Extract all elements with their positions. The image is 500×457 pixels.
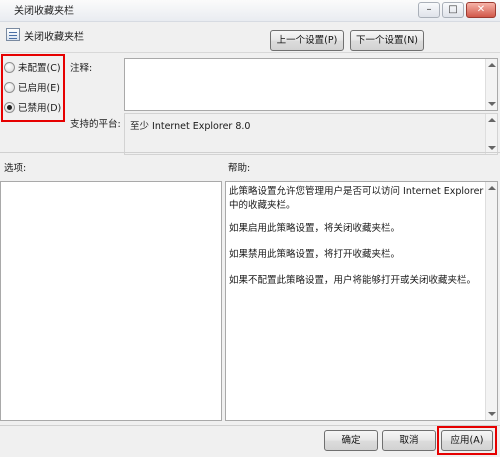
help-paragraph: 如果禁用此策略设置，将打开收藏夹栏。 <box>229 249 401 260</box>
platform-label: 支持的平台: <box>70 119 121 130</box>
policy-title: 关闭收藏夹栏 <box>24 32 84 43</box>
previous-setting-button[interactable]: 上一个设置(P) <box>270 30 344 51</box>
next-setting-button[interactable]: 下一个设置(N) <box>350 30 424 51</box>
comment-textarea[interactable] <box>124 58 498 111</box>
help-panel <box>225 181 498 421</box>
section-divider <box>0 152 500 153</box>
minimize-button[interactable]: – <box>418 2 440 18</box>
help-paragraph: 如果不配置此策略设置，用户将能够打开或关闭收藏夹栏。 <box>229 275 477 286</box>
header-divider <box>0 52 500 53</box>
highlight-box-apply <box>437 426 497 455</box>
help-scrollbar[interactable] <box>485 182 497 420</box>
close-button[interactable]: ✕ <box>466 2 496 18</box>
cancel-button[interactable]: 取消 <box>382 430 436 451</box>
options-panel <box>0 181 222 421</box>
scroll-down-icon[interactable] <box>488 102 496 106</box>
maximize-button[interactable]: □ <box>442 2 464 18</box>
options-label: 选项: <box>4 163 27 174</box>
platform-scrollbar[interactable] <box>485 114 497 154</box>
policy-icon <box>6 28 20 41</box>
help-paragraph: 此策略设置允许您管理用户是否可以访问 Internet Explorer 中的收… <box>229 186 484 211</box>
highlight-box-state <box>1 54 65 122</box>
scroll-up-icon[interactable] <box>488 63 496 67</box>
footer-divider <box>0 425 500 426</box>
comment-scrollbar[interactable] <box>485 59 497 110</box>
scroll-down-icon[interactable] <box>488 412 496 416</box>
scroll-up-icon[interactable] <box>488 186 496 190</box>
scroll-up-icon[interactable] <box>488 118 496 122</box>
platform-value: 至少 Internet Explorer 8.0 <box>130 121 251 132</box>
window-title: 关闭收藏夹栏 <box>14 6 74 17</box>
help-paragraph: 如果启用此策略设置，将关闭收藏夹栏。 <box>229 223 401 234</box>
scroll-down-icon[interactable] <box>488 146 496 150</box>
help-label: 帮助: <box>228 163 251 174</box>
comment-label: 注释: <box>70 63 93 74</box>
ok-button[interactable]: 确定 <box>324 430 378 451</box>
